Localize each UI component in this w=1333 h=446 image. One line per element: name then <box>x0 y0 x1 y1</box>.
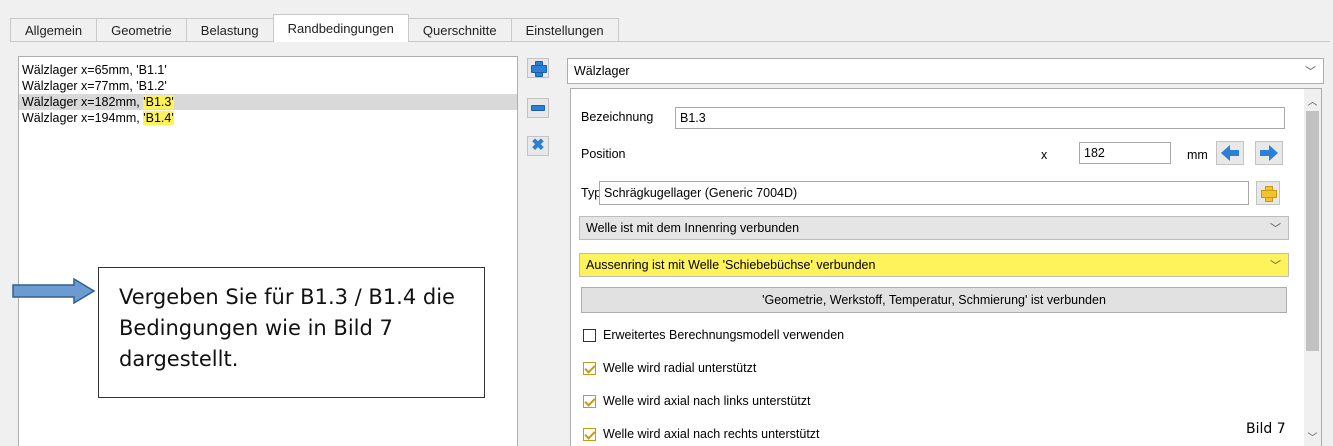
axial-right-support-label: Welle wird axial nach rechts unterstützt <box>603 427 820 441</box>
scroll-thumb[interactable] <box>1306 111 1319 351</box>
tab-einstellungen[interactable]: Einstellungen <box>510 18 619 42</box>
position-unit-label: mm <box>1187 148 1208 162</box>
chevron-down-icon: ﹀ <box>1305 66 1316 78</box>
annotation-arrow-icon <box>12 278 96 304</box>
list-item-name: 'B1.1' <box>136 63 167 77</box>
axial-left-support-label: Welle wird axial nach links unterstützt <box>603 394 811 408</box>
connected-properties-button[interactable]: 'Geometrie, Werkstoff, Temperatur, Schmi… <box>581 287 1287 313</box>
tab-geometrie[interactable]: Geometrie <box>96 18 187 42</box>
list-item-name: 'B1.2' <box>136 79 167 93</box>
list-item-prefix: Wälzlager x=65mm, <box>22 63 137 77</box>
tab-belastung[interactable]: Belastung <box>185 18 274 42</box>
list-item-name: 'B1.3' <box>143 95 174 109</box>
outer-ring-value: Aussenring ist mit Welle 'Schiebebüchse'… <box>586 258 876 272</box>
arrow-left-icon <box>1221 145 1239 161</box>
position-label: Position <box>581 147 626 161</box>
tab-divider <box>10 41 1330 42</box>
arrow-right-icon <box>1260 145 1278 161</box>
instruction-callout: Vergeben Sie für B1.3 / B1.4 die Bedingu… <box>98 267 485 398</box>
outer-ring-select[interactable]: Aussenring ist mit Welle 'Schiebebüchse'… <box>579 253 1289 277</box>
add-bearing-type-button[interactable] <box>1256 181 1280 205</box>
extended-model-checkbox[interactable] <box>583 329 596 342</box>
tab-allgemein[interactable]: Allgemein <box>10 18 98 42</box>
instruction-text: Vergeben Sie für B1.3 / B1.4 die Bedingu… <box>119 285 455 371</box>
list-item[interactable]: Wälzlager x=194mm, 'B1.4' <box>19 110 517 126</box>
bezeichnung-value: B1.3 <box>680 111 706 125</box>
inner-ring-value: Welle ist mit dem Innenring verbunden <box>586 221 800 235</box>
tab-bar: Allgemein Geometrie Belastung Randbeding… <box>10 14 619 42</box>
panel-scrollbar[interactable]: ︿ ﹀ <box>1304 89 1321 446</box>
bezeichnung-label: Bezeichnung <box>581 110 654 124</box>
plus-icon <box>1261 186 1277 202</box>
list-item-prefix: Wälzlager x=77mm, <box>22 79 137 93</box>
minus-icon <box>531 105 545 111</box>
position-field[interactable]: 182 <box>1079 142 1171 164</box>
axial-left-support-checkbox[interactable] <box>583 395 596 408</box>
add-button[interactable] <box>527 58 549 78</box>
tab-randbedingungen[interactable]: Randbedingungen <box>272 14 409 42</box>
delete-button[interactable]: ✖ <box>527 136 549 156</box>
x-icon: ✖ <box>531 137 545 154</box>
list-item-name: 'B1.4' <box>143 111 174 125</box>
plus-icon <box>531 61 547 77</box>
connected-properties-label: 'Geometrie, Werkstoff, Temperatur, Schmi… <box>762 293 1106 307</box>
scroll-up-icon[interactable]: ︿ <box>1304 91 1321 109</box>
radial-support-label: Welle wird radial unterstützt <box>603 361 757 375</box>
axial-right-support-checkbox[interactable] <box>583 428 596 441</box>
move-left-button[interactable] <box>1216 141 1244 165</box>
tab-querschnitte[interactable]: Querschnitte <box>407 18 512 42</box>
remove-button[interactable] <box>527 98 549 118</box>
typ-value: Schrägkugellager (Generic 7004D) <box>604 186 798 200</box>
inner-ring-select[interactable]: Welle ist mit dem Innenring verbunden ﹀ <box>579 216 1289 240</box>
chevron-down-icon: ﹀ <box>1270 223 1281 235</box>
list-item-prefix: Wälzlager x=194mm, <box>22 111 144 125</box>
extended-model-label: Erweitertes Berechnungsmodell verwenden <box>603 328 845 342</box>
list-item-selected[interactable]: Wälzlager x=182mm, 'B1.3' <box>19 94 517 110</box>
position-axis-label: x <box>1041 148 1048 162</box>
properties-panel: Bezeichnung B1.3 Position x 182 mm Typ S… <box>570 88 1322 446</box>
element-type-select[interactable]: Wälzlager ﹀ <box>567 58 1324 84</box>
move-right-button[interactable] <box>1255 141 1283 165</box>
typ-field[interactable]: Schrägkugellager (Generic 7004D) <box>599 181 1249 205</box>
bezeichnung-field[interactable]: B1.3 <box>675 107 1285 129</box>
position-value: 182 <box>1084 146 1105 160</box>
list-item[interactable]: Wälzlager x=77mm, 'B1.2' <box>19 78 517 94</box>
chevron-down-icon: ﹀ <box>1270 260 1281 272</box>
scroll-down-icon[interactable]: ﹀ <box>1304 427 1321 445</box>
radial-support-checkbox[interactable] <box>583 362 596 375</box>
list-item[interactable]: Wälzlager x=65mm, 'B1.1' <box>19 62 517 78</box>
figure-label: Bild 7 <box>1246 421 1286 437</box>
list-item-prefix: Wälzlager x=182mm, <box>22 95 144 109</box>
element-type-value: Wälzlager <box>574 64 630 78</box>
